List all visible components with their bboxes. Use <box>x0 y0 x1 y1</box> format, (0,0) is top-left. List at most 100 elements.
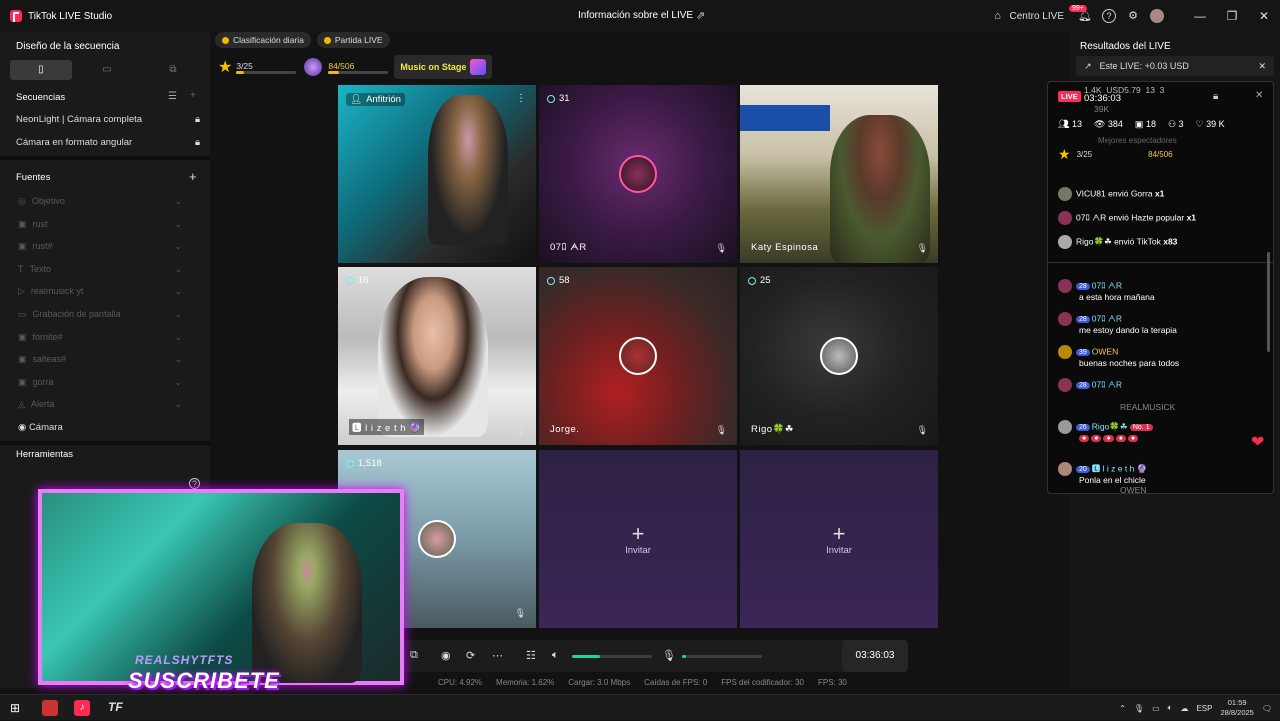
guest-cell[interactable]: Katy Espinosa 🎙︎ <box>740 85 938 263</box>
gift-badge-icon: ● <box>1091 435 1102 442</box>
gift-goal-icon[interactable] <box>304 58 323 76</box>
replay-icon[interactable]: ⟳ <box>466 649 475 662</box>
invite-label: Invitar <box>826 544 852 556</box>
mic-muted-icon[interactable]: 🎙︎ <box>515 608 526 619</box>
gift-text: envió TikTok <box>1114 236 1161 247</box>
chat-message: REALMUSICK <box>1120 402 1175 412</box>
close-icon[interactable]: ✕ <box>1258 61 1266 72</box>
mic-icon[interactable]: 🎙︎ <box>917 243 928 254</box>
live-info-title[interactable]: Información sobre el LIVE <box>578 10 693 21</box>
landscape-tab[interactable]: ▭ <box>76 60 138 80</box>
followers-value: 3 <box>1178 119 1184 129</box>
tools-label: Herramientas <box>16 449 74 460</box>
mixer-icon[interactable]: ☷ <box>526 649 536 662</box>
settings-icon[interactable]: ⚙ <box>1126 9 1140 23</box>
invite-label: Invitar <box>625 544 651 556</box>
scene-item[interactable]: Cámara en formato angular 🔒︎ <box>16 137 200 148</box>
list-icon[interactable]: ☰ <box>168 91 177 102</box>
guest-cell[interactable]: 58 Jorge. 🎙︎ <box>539 267 737 445</box>
mic-icon[interactable]: 🎙︎ <box>515 425 526 436</box>
volume-icon[interactable]: 🔈︎ <box>1168 703 1173 713</box>
source-item[interactable]: ▣ gorra ⌄ <box>18 377 182 388</box>
help-icon[interactable]: ? <box>1102 9 1116 23</box>
chat-user: 07ﾛ ᗅR <box>1091 379 1123 390</box>
scene-item[interactable]: NeonLight | Cámara completa 🔒︎ <box>16 114 200 125</box>
avatar <box>418 520 456 558</box>
windows-start-icon[interactable]: ⊞ <box>10 701 20 715</box>
source-item[interactable]: ▭ Grabación de pantalla ⌄ <box>18 309 182 320</box>
source-item[interactable]: T Texto ⌄ <box>18 264 182 275</box>
viewer-count-label: 25 <box>760 275 771 286</box>
source-item[interactable]: ◎ Objetivo ⌄ <box>18 196 182 207</box>
volume-slider[interactable] <box>572 655 652 658</box>
speaker-icon[interactable]: 🔈︎ <box>552 649 559 662</box>
dual-tab[interactable]: ⧉ <box>142 60 204 80</box>
guest-video <box>830 115 930 263</box>
mic-slider[interactable] <box>682 655 762 658</box>
app-taskbar-icon[interactable] <box>42 700 58 716</box>
guest-cell[interactable]: 16 🅻 l i z e t h 🔮 🎙︎ <box>338 267 536 445</box>
camera-source[interactable]: ◉ Cámara <box>18 422 182 433</box>
image-icon: ▣ <box>18 241 27 251</box>
close-icon[interactable]: ✕ <box>1255 90 1263 101</box>
minimize-icon[interactable]: — <box>1184 9 1216 23</box>
live-chat-overlay[interactable]: LIVE 1.4K USD5.79 13 3 03:36:03 39K 🔒︎ ✕… <box>1047 81 1274 494</box>
avatar <box>1058 211 1072 225</box>
clock[interactable]: 01:59 28/8/2025 <box>1220 698 1253 718</box>
chat-scrollbar[interactable] <box>1267 252 1270 352</box>
layout-icon[interactable]: ⧉ <box>410 649 418 662</box>
share-icon[interactable]: ⇗ <box>696 9 705 22</box>
subscribe-text: SUSCRIBETE <box>128 668 280 693</box>
guest-cell-host[interactable]: 👤︎ Anfitrión ⋮ <box>338 85 536 263</box>
network-icon[interactable]: ▭ <box>1152 704 1160 713</box>
this-live-box[interactable]: ↗ Este LIVE: +0.03 USD ✕ <box>1076 56 1274 76</box>
add-source-icon[interactable]: + <box>189 169 197 184</box>
mic-icon[interactable]: 🎙︎ <box>662 649 676 662</box>
source-item[interactable]: ◬ Alerta ⌄ <box>18 399 182 410</box>
source-item[interactable]: ▣ rust# ⌄ <box>18 241 182 252</box>
avatar[interactable] <box>1150 9 1164 23</box>
mic-icon[interactable]: 🎙︎ <box>1134 704 1144 713</box>
invite-slot[interactable]: + Invitar <box>539 450 737 628</box>
star-goal[interactable]: 3/25 <box>236 61 297 74</box>
more-icon[interactable]: ⋮ <box>516 93 526 104</box>
app-taskbar-icon[interactable]: TF <box>108 700 123 714</box>
star-icon[interactable]: ★ <box>218 57 232 77</box>
add-sequence-icon[interactable]: + <box>190 90 196 101</box>
coin-icon <box>222 36 229 44</box>
objective-icon: ◎ <box>18 196 26 206</box>
daily-ranking-chip[interactable]: Clasificación diaria <box>215 32 311 48</box>
chevron-up-icon[interactable]: ⌃ <box>1119 704 1126 713</box>
more-icon[interactable]: ⋯ <box>492 649 503 662</box>
mic-muted-icon[interactable]: 🎙︎ <box>716 243 727 254</box>
record-icon[interactable]: ◉ <box>441 649 451 662</box>
close-icon[interactable]: ✕ <box>1248 9 1280 23</box>
guest-cell[interactable]: 31 07ﾛ ᗅR 🎙︎ <box>539 85 737 263</box>
tiktok-taskbar-icon[interactable]: ♪ <box>74 700 90 716</box>
source-item[interactable]: ▣ salteas# ⌄ <box>18 354 182 365</box>
gift-goal[interactable]: 84/506 <box>328 61 389 74</box>
live-match-chip[interactable]: Partida LIVE <box>316 32 390 48</box>
chat-message: 28 07ﾛ ᗅR <box>1058 279 1122 293</box>
source-item[interactable]: ▣ rust ⌄ <box>18 219 182 230</box>
portrait-tab[interactable]: ▯ <box>10 60 72 80</box>
maximize-icon[interactable]: ❐ <box>1216 9 1248 23</box>
best-viewers-label: Mejores espectadores <box>1098 136 1177 145</box>
lock-icon[interactable]: 🔒︎ <box>1213 91 1218 102</box>
chevron-down-icon: ⌄ <box>174 399 182 409</box>
music-on-stage-button[interactable]: Music on Stage <box>394 55 493 79</box>
clock-time: 01:59 <box>1227 698 1247 707</box>
ranking-bar: Clasificación diaria Partida LIVE <box>215 32 390 50</box>
invite-slot[interactable]: + Invitar <box>740 450 938 628</box>
mic-muted-icon[interactable]: 🎙︎ <box>917 425 928 436</box>
cloud-icon[interactable]: ☁ <box>1180 704 1188 713</box>
taskbar: ⊞ ♪ TF ⌃ 🎙︎ ▭ 🔈︎ ☁ ESP 01:59 28/8/2025 🗨︎ <box>0 694 1280 720</box>
notification-icon[interactable]: 🗨︎ <box>1262 704 1272 713</box>
guest-cell[interactable]: 25 Rigo🍀☘ 🎙︎ <box>740 267 938 445</box>
language-indicator[interactable]: ESP <box>1196 704 1212 713</box>
source-item[interactable]: ▷ realmusick yt ⌄ <box>18 286 182 297</box>
text-icon: T <box>18 264 24 274</box>
mic-muted-icon[interactable]: 🎙︎ <box>716 425 727 436</box>
source-item[interactable]: ▣ fornite# ⌄ <box>18 332 182 343</box>
centro-live-button[interactable]: ⌂ Centro LIVE <box>991 9 1064 23</box>
